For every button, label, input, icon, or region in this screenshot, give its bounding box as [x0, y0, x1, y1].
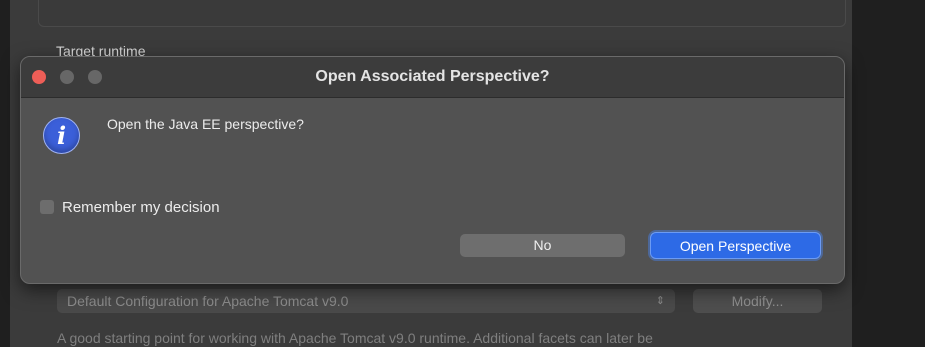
no-button[interactable]: No: [460, 234, 625, 257]
remember-decision-checkbox[interactable]: [40, 200, 54, 214]
dialog-message: Open the Java EE perspective?: [107, 116, 304, 132]
modify-button[interactable]: Modify...: [693, 289, 822, 313]
dialog-titlebar: Open Associated Perspective?: [21, 57, 844, 98]
select-arrows-icon: ⇕: [655, 295, 665, 307]
configuration-select[interactable]: Default Configuration for Apache Tomcat …: [57, 289, 675, 313]
open-perspective-button[interactable]: Open Perspective: [650, 232, 821, 259]
background-panel: [38, 0, 846, 27]
info-icon: i: [43, 117, 80, 154]
configuration-description: A good starting point for working with A…: [57, 330, 653, 346]
configuration-select-value: Default Configuration for Apache Tomcat …: [67, 293, 349, 309]
open-perspective-dialog: Open Associated Perspective? i Open the …: [20, 56, 845, 284]
remember-decision-label[interactable]: Remember my decision: [62, 199, 220, 216]
dialog-title: Open Associated Perspective?: [315, 68, 550, 85]
